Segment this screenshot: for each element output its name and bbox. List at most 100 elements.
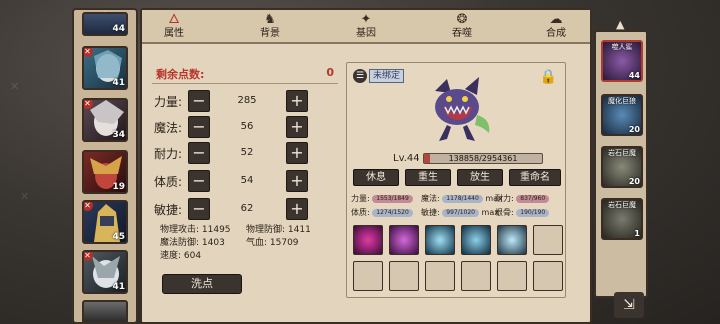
unbound-tag: 未绑定	[369, 69, 405, 83]
roster-slot[interactable]: ✕ 41	[82, 250, 128, 294]
tab-devour[interactable]: ❂ 吞噬	[432, 12, 492, 42]
pet-slot-level: 1	[634, 229, 640, 238]
decrease-button[interactable]: −	[188, 170, 210, 192]
pet-slot-level: 20	[628, 125, 640, 134]
pet-level: Lv.44	[393, 153, 420, 164]
remove-icon[interactable]: ✕	[84, 48, 93, 57]
stat-value: 56	[240, 121, 254, 132]
lock-icon[interactable]: 🔒	[540, 69, 557, 85]
roster-slot[interactable]: 19	[82, 150, 128, 194]
increase-button[interactable]: +	[286, 198, 308, 220]
background-decoration: ✕	[20, 190, 30, 203]
decrease-button[interactable]: −	[188, 198, 210, 220]
close-icon[interactable]: ⇲	[614, 292, 644, 318]
skill-3-icon[interactable]	[425, 225, 455, 255]
stat-value: 52	[240, 147, 254, 158]
list-icon[interactable]: ☰	[353, 69, 367, 83]
skill-2-icon[interactable]	[389, 225, 419, 255]
remaining-points-label: 剩余点数:	[156, 68, 205, 81]
pet-slot-name: 噬人鲨	[611, 43, 633, 51]
skill-1-icon[interactable]	[353, 225, 383, 255]
stat-row-endurance: 耐力: − 52 +	[154, 142, 340, 164]
tab-label: 合成	[546, 28, 566, 39]
pet-sprite	[435, 77, 490, 141]
tab-synthesis[interactable]: ☁ 合成	[526, 12, 586, 42]
pet-slot-level: 20	[628, 177, 640, 186]
pet-stat-label: 力量:	[351, 194, 370, 203]
pet-stat: 魔法: 1178/1440 max	[421, 193, 503, 204]
rest-button[interactable]: 休息	[353, 169, 399, 186]
tab-bar: 🜂 属性 ♞ 背景 ✦ 基因 ❂ 吞噬 ☁ 合成	[142, 10, 590, 44]
increase-button[interactable]: +	[286, 116, 308, 138]
decrease-button[interactable]: −	[188, 142, 210, 164]
increase-button[interactable]: +	[286, 90, 308, 112]
pet-slot[interactable]: 魔化巨狼 20	[601, 94, 643, 136]
empty-skill-slot[interactable]	[533, 225, 563, 255]
roster-level: 19	[112, 182, 125, 192]
stat-row-magic: 魔法: − 56 +	[154, 116, 340, 138]
empty-skill-slot[interactable]	[353, 261, 383, 291]
devour-icon: ❂	[456, 12, 468, 27]
roster-slot[interactable]: 44	[82, 12, 128, 36]
pet-stat-label: 根骨:	[495, 208, 514, 217]
remove-icon[interactable]: ✕	[84, 252, 93, 261]
tab-background[interactable]: ♞ 背景	[240, 12, 300, 42]
pet-stat: 耐力: 837/960	[495, 193, 550, 204]
roster-level: 41	[112, 78, 125, 88]
roster-slot[interactable]: ✕ 34	[82, 98, 128, 142]
scroll-up-icon[interactable]: ▲	[616, 18, 624, 31]
remove-icon[interactable]: ✕	[84, 100, 93, 109]
decrease-button[interactable]: −	[188, 90, 210, 112]
skill-4-icon[interactable]	[461, 225, 491, 255]
pet-stat: 根骨: 190/190	[495, 207, 550, 218]
rename-button[interactable]: 重命名	[509, 169, 561, 186]
gene-icon: ✦	[360, 12, 372, 27]
pet-stat-label: 敏捷:	[421, 208, 440, 217]
tab-label: 基因	[356, 28, 376, 39]
decrease-button[interactable]: −	[188, 116, 210, 138]
pet-detail-box: ☰ 未绑定 🔒 Lv.44 138858/2954361 休息 重生 放生 重命…	[346, 62, 566, 298]
background-decoration: ✕	[10, 80, 20, 93]
physical-attack-text: 物理攻击: 11495	[160, 225, 231, 235]
flame-icon: 🜂	[168, 12, 180, 27]
pet-slot[interactable]: 噬人鲨 44	[601, 40, 643, 82]
pet-slot-name: 岩石巨魔	[608, 201, 636, 209]
remaining-points-row: 剩余点数: 0	[152, 64, 338, 84]
pet-slot[interactable]: 岩石巨魔 1	[601, 198, 643, 240]
pet-stat-pill: 1553/1849	[372, 194, 413, 203]
empty-skill-slot[interactable]	[497, 261, 527, 291]
pet-stat-pill: 837/960	[516, 194, 550, 203]
skill-5-icon[interactable]	[497, 225, 527, 255]
empty-skill-slot[interactable]	[533, 261, 563, 291]
roster-level: 41	[112, 282, 125, 292]
pet-stat: 力量: 1553/1849	[351, 193, 413, 204]
tab-attributes[interactable]: 🜂 属性	[144, 12, 204, 42]
increase-button[interactable]: +	[286, 142, 308, 164]
synthesis-icon: ☁	[549, 12, 563, 27]
tab-label: 吞噬	[452, 28, 472, 39]
empty-skill-slot[interactable]	[389, 261, 419, 291]
stat-label: 魔法:	[154, 121, 183, 135]
pet-slot-name: 岩石巨魔	[608, 149, 636, 157]
pet-slot[interactable]: 岩石巨魔 20	[601, 146, 643, 188]
stat-label: 体质:	[154, 175, 183, 189]
pet-stat-label: 魔法:	[421, 194, 440, 203]
tab-genes[interactable]: ✦ 基因	[336, 12, 396, 42]
tab-label: 背景	[260, 28, 280, 39]
roster-slot[interactable]: ✕ 41	[82, 46, 128, 90]
pet-stat-pill: 997/1020	[442, 208, 479, 217]
rebirth-button[interactable]: 重生	[405, 169, 451, 186]
pet-stat: 敏捷: 997/1020 max	[421, 207, 499, 218]
stat-row-strength: 力量: − 285 +	[154, 90, 340, 112]
remove-icon[interactable]: ✕	[84, 202, 93, 211]
roster-level: 45	[112, 232, 125, 242]
release-button[interactable]: 放生	[457, 169, 503, 186]
roster-slot[interactable]: ✕ 45	[82, 200, 128, 244]
stat-label: 耐力:	[154, 147, 183, 161]
empty-skill-slot[interactable]	[461, 261, 491, 291]
increase-button[interactable]: +	[286, 170, 308, 192]
reset-points-button[interactable]: 洗点	[162, 274, 242, 294]
left-roster: ▲ 44 ✕ 41 ✕ 34 19 ✕ 45 ✕	[72, 8, 138, 324]
empty-skill-slot[interactable]	[425, 261, 455, 291]
roster-slot[interactable]	[82, 300, 128, 322]
